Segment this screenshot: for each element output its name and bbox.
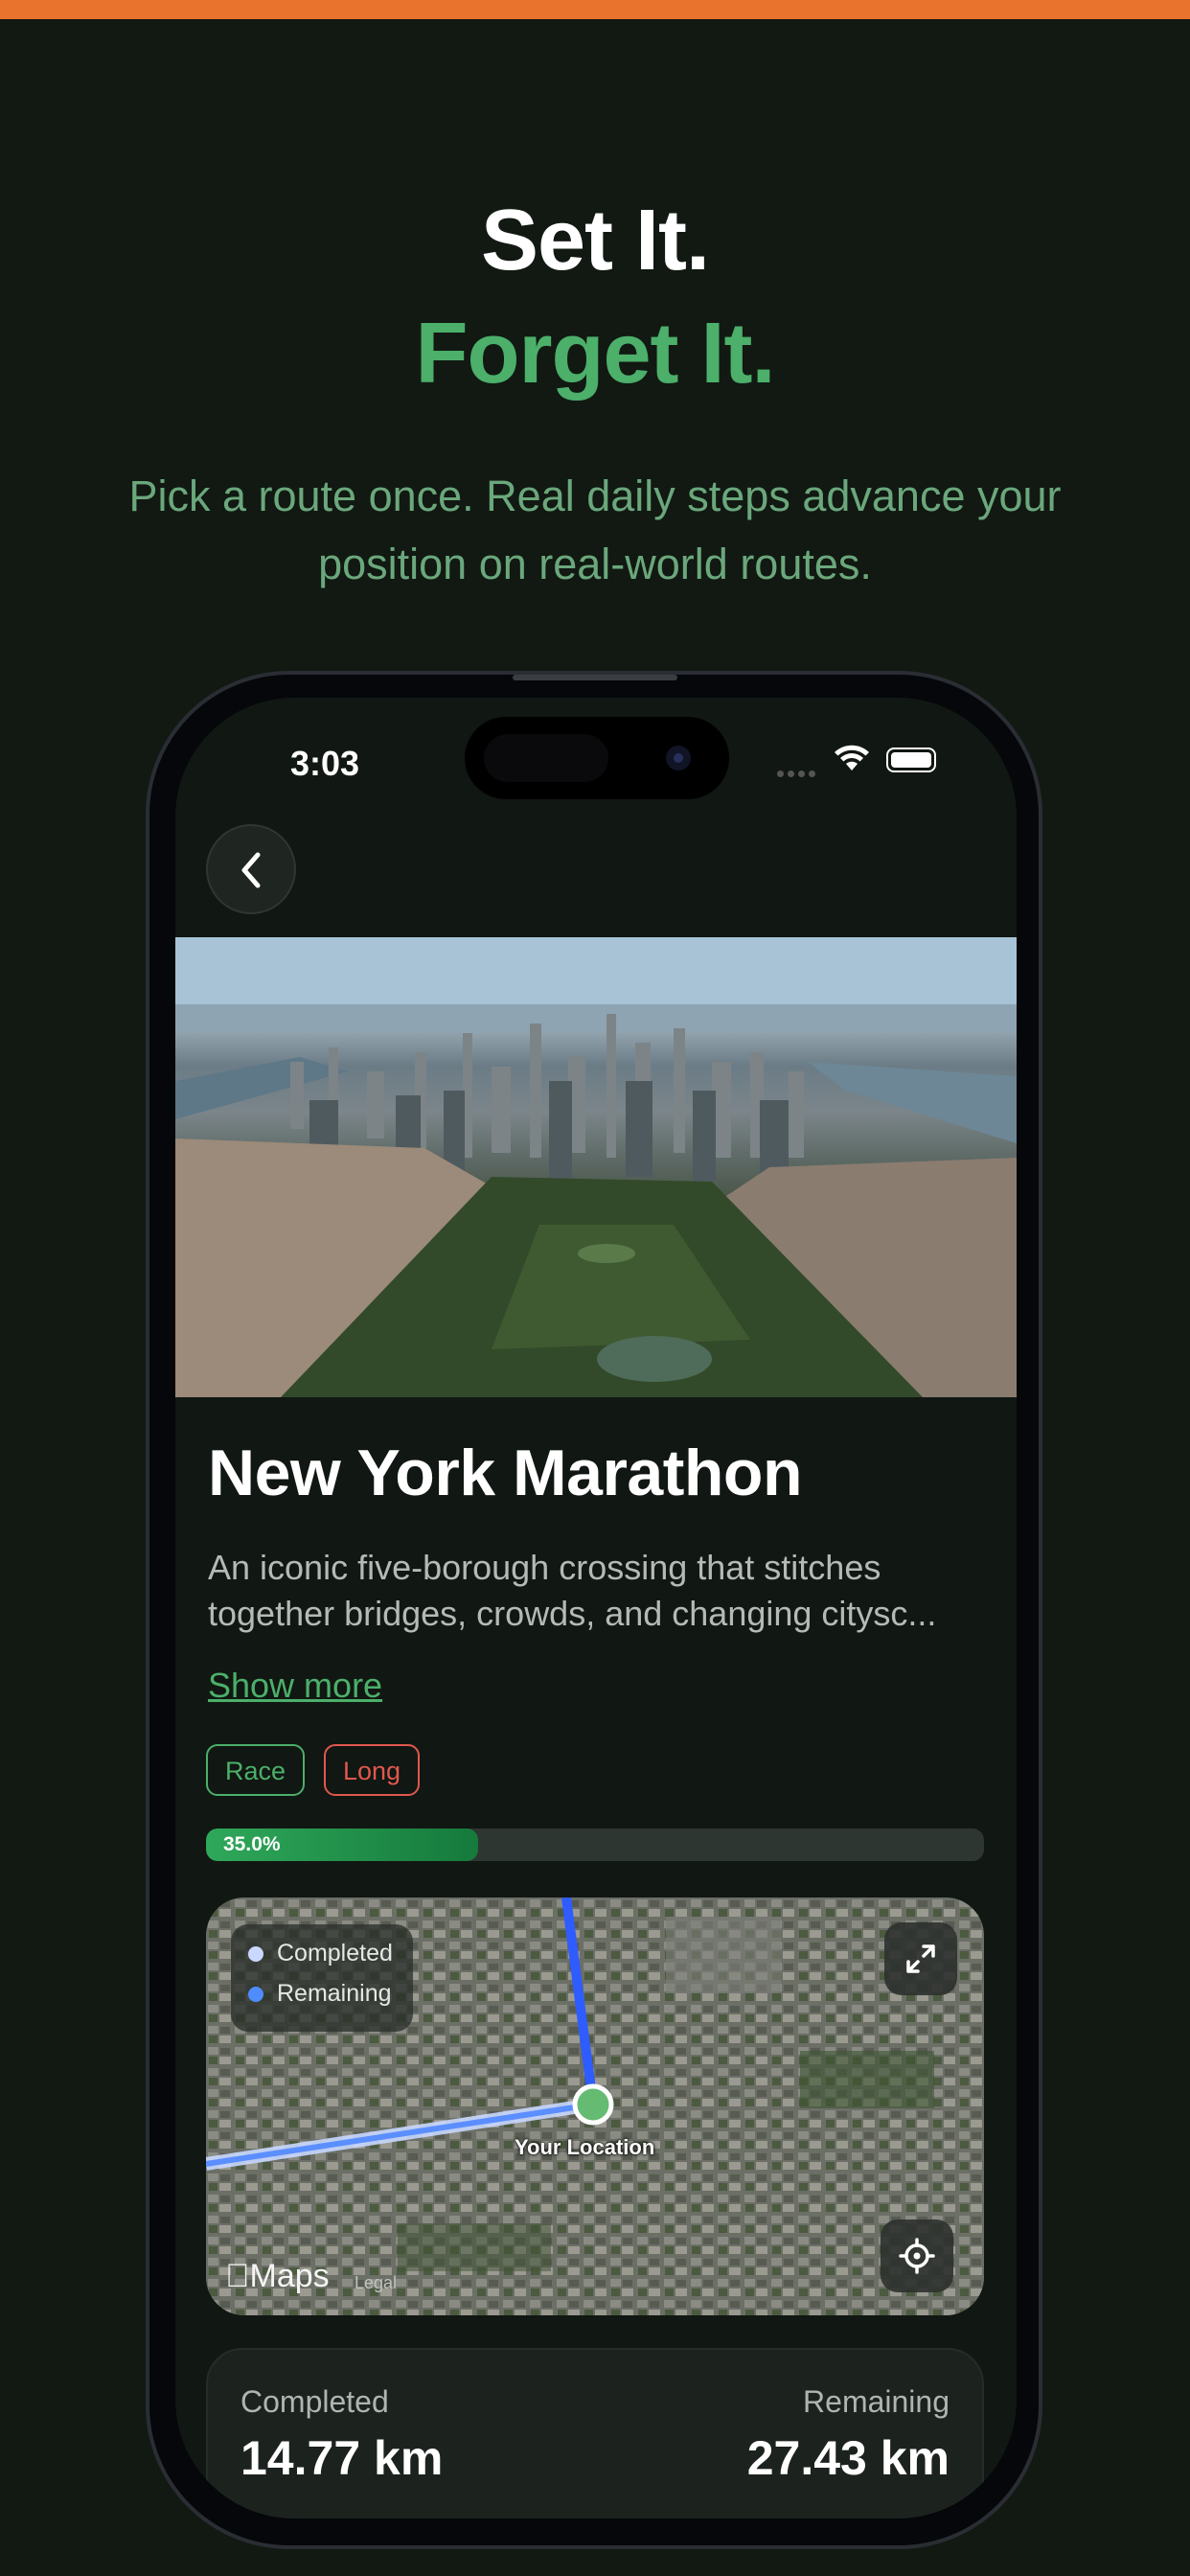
tag-long: Long xyxy=(324,1744,421,1796)
top-accent-bar xyxy=(0,0,1190,19)
camera-icon xyxy=(666,746,691,770)
phone-screen: 3:03 New York Marathon An iconic five-bo… xyxy=(175,698,1017,2518)
legend-remaining-label: Remaining xyxy=(277,1980,392,2007)
legend-completed-label: Completed xyxy=(277,1940,393,1966)
maps-legal-link[interactable]: Legal xyxy=(355,2273,397,2293)
map-legend: Completed Remaining xyxy=(231,1924,413,2032)
island-sensor xyxy=(484,734,608,782)
dynamic-island xyxy=(465,717,729,799)
distance-stats-card: Completed 14.77 km Remaining 27.43 km xyxy=(206,2348,984,2518)
city-skyline-illustration xyxy=(175,937,1017,1397)
your-location-label: Your Location xyxy=(515,2135,655,2159)
legend-completed-dot xyxy=(248,1946,263,1962)
back-button[interactable] xyxy=(206,824,296,914)
cellular-signal-icon xyxy=(777,765,819,782)
remaining-value: 27.43 km xyxy=(746,2431,950,2485)
tag-race: Race xyxy=(206,1744,306,1796)
legend-remaining: Remaining xyxy=(248,1974,392,2012)
route-map[interactable]: Completed Remaining Your Location Maps … xyxy=(206,1898,984,2315)
hero-headline-line1: Set It. xyxy=(480,193,710,288)
completed-value: 14.77 km xyxy=(240,2431,444,2485)
crosshair-icon xyxy=(899,2238,935,2274)
battery-icon xyxy=(886,748,936,772)
route-progress-bar: 35.0% xyxy=(206,1828,984,1861)
maps-attribution[interactable]: Maps xyxy=(225,2258,330,2295)
completed-label: Completed xyxy=(240,2384,389,2419)
phone-speaker-edge xyxy=(513,675,677,680)
maps-attribution-text: Maps xyxy=(225,2258,330,2294)
route-cover-photo xyxy=(175,937,1017,1397)
remaining-label: Remaining xyxy=(803,2384,950,2419)
chevron-left-icon xyxy=(241,852,261,888)
legend-remaining-dot xyxy=(248,1987,263,2002)
expand-icon xyxy=(906,1944,935,1973)
hero-headline-line2: Forget It. xyxy=(415,306,776,402)
route-description: An iconic five-borough crossing that sti… xyxy=(208,1548,937,1633)
hero-subtitle: Pick a route once. Real daily steps adva… xyxy=(128,472,1062,588)
wifi-icon xyxy=(835,745,869,770)
route-title: New York Marathon xyxy=(208,1437,803,1509)
show-more-link[interactable]: Show more xyxy=(208,1666,382,1706)
recenter-button[interactable] xyxy=(881,2220,953,2292)
progress-label: 35.0% xyxy=(223,1833,281,1855)
status-time: 3:03 xyxy=(290,744,360,783)
legend-completed: Completed xyxy=(248,1934,393,1972)
expand-map-button[interactable] xyxy=(884,1922,957,1995)
